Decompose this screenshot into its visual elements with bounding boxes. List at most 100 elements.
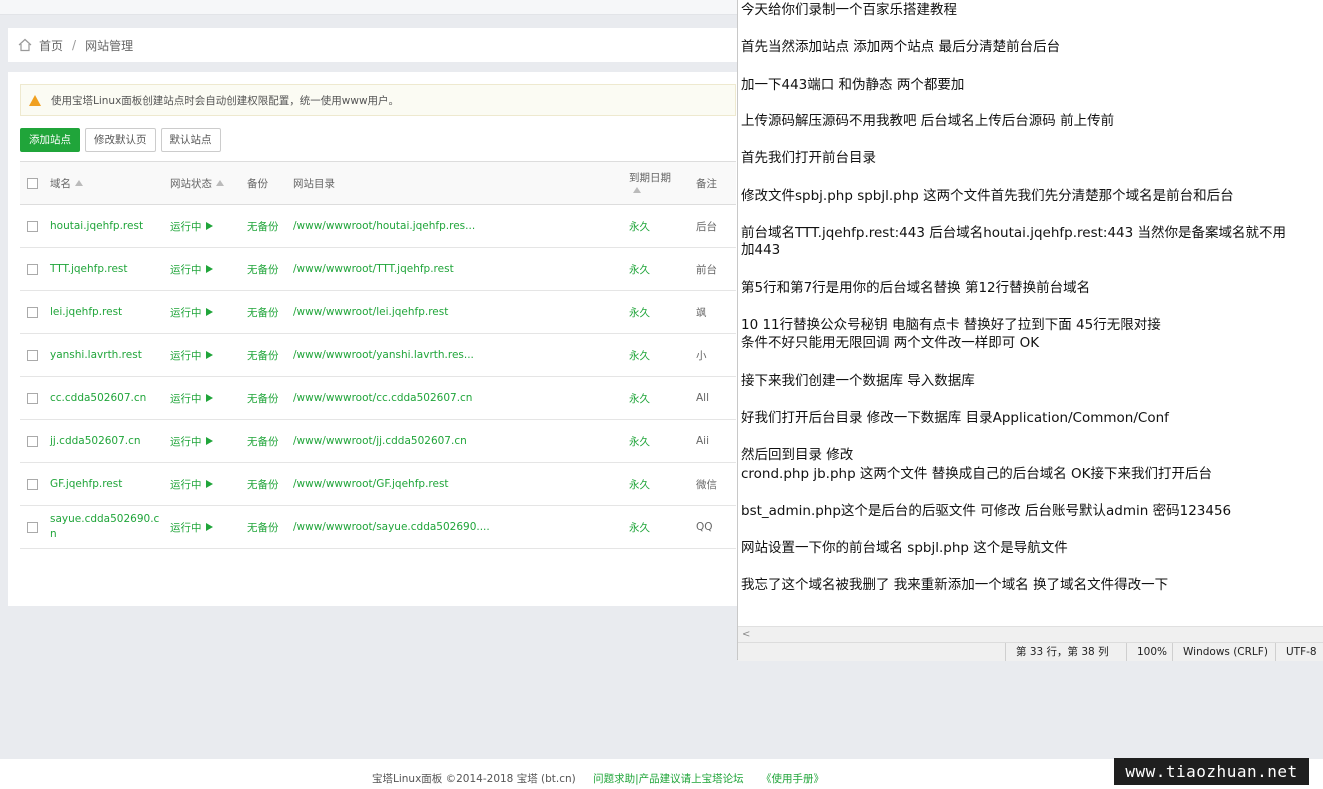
site-backup[interactable]: 无备份	[247, 436, 279, 448]
row-checkbox[interactable]	[27, 349, 38, 361]
add-site-button[interactable]: 添加站点	[20, 128, 80, 152]
site-expire[interactable]: 永久	[629, 436, 650, 448]
sort-asc-icon[interactable]	[75, 179, 83, 186]
site-domain-link[interactable]: yanshi.lavrth.rest	[50, 348, 160, 363]
col-status[interactable]: 网站状态	[170, 178, 212, 190]
site-remark[interactable]: 小	[696, 350, 707, 362]
site-domain-link[interactable]: GF.jqehfp.rest	[50, 477, 160, 492]
sort-asc-icon[interactable]	[216, 179, 224, 186]
site-dir-link[interactable]: /www/wwwroot/TTT.jqehfp.rest	[293, 263, 454, 275]
row-checkbox[interactable]	[27, 263, 38, 275]
row-checkbox[interactable]	[27, 220, 38, 232]
row-checkbox[interactable]	[27, 521, 38, 533]
row-checkbox[interactable]	[27, 306, 38, 318]
row-checkbox[interactable]	[27, 478, 38, 490]
site-backup[interactable]: 无备份	[247, 479, 279, 491]
table-row[interactable]: houtai.jqehfp.rest 运行中 无备份/www/wwwroot/hou…	[20, 204, 736, 248]
site-remark[interactable]: 微信	[696, 479, 717, 491]
site-remark[interactable]: 前台	[696, 264, 717, 276]
site-dir-link[interactable]: /www/wwwroot/cc.cdda502607.cn	[293, 392, 472, 404]
default-site-button[interactable]: 默认站点	[160, 128, 221, 152]
play-icon[interactable]	[205, 436, 213, 445]
site-remark[interactable]: QQ	[696, 521, 713, 533]
site-expire[interactable]: 永久	[629, 307, 650, 319]
breadcrumb-home[interactable]: 首页	[39, 37, 63, 54]
row-checkbox[interactable]	[27, 435, 38, 447]
site-dir-link[interactable]: /www/wwwroot/yanshi.lavrth.res...	[293, 349, 474, 361]
site-dir-link[interactable]: /www/wwwroot/GF.jqehfp.rest	[293, 478, 449, 490]
site-status[interactable]: 运行中	[170, 350, 202, 362]
cursor-position: 第 33 行，第 38 列	[1005, 643, 1126, 661]
notepad-line: 第5行和第7行是用你的后台域名替换 第12行替换前台域名	[741, 280, 1091, 296]
footer-manual-link[interactable]: 《使用手册》	[761, 773, 824, 785]
site-backup[interactable]: 无备份	[247, 393, 279, 405]
site-backup[interactable]: 无备份	[247, 221, 279, 233]
site-domain-link[interactable]: jj.cdda502607.cn	[50, 434, 160, 449]
site-status[interactable]: 运行中	[170, 264, 202, 276]
site-backup[interactable]: 无备份	[247, 350, 279, 362]
play-icon[interactable]	[205, 522, 213, 531]
play-icon[interactable]	[205, 221, 213, 230]
table-row[interactable]: jj.cdda502607.cn 运行中 无备份/www/wwwroot/jj.cd…	[20, 419, 736, 463]
site-remark[interactable]: All	[696, 392, 709, 404]
scroll-left-icon[interactable]: <	[742, 629, 750, 640]
col-backup: 备份	[247, 177, 268, 190]
alert-text: 使用宝塔Linux面板创建站点时会自动创建权限配置，统一使用www用户。	[51, 94, 400, 107]
site-dir-link[interactable]: /www/wwwroot/sayue.cdda502690....	[293, 521, 490, 533]
home-icon[interactable]	[18, 38, 32, 52]
site-expire[interactable]: 永久	[629, 393, 650, 405]
col-domain[interactable]: 域名	[50, 178, 71, 190]
site-backup[interactable]: 无备份	[247, 522, 279, 534]
play-icon[interactable]	[205, 264, 213, 273]
play-icon[interactable]	[205, 393, 213, 402]
row-checkbox[interactable]	[27, 392, 38, 404]
site-expire[interactable]: 永久	[629, 264, 650, 276]
site-domain-link[interactable]: sayue.cdda502690.c n	[50, 512, 160, 542]
site-domain-link[interactable]: lei.jqehfp.rest	[50, 305, 160, 320]
notepad-line: 好我们打开后台目录 修改一下数据库 目录Application/Common/C…	[741, 410, 1169, 426]
notepad-line: bst_admin.php这个是后台的后驱文件 可修改 后台账号默认admin …	[741, 503, 1232, 519]
site-dir-link[interactable]: /www/wwwroot/lei.jqehfp.rest	[293, 306, 448, 318]
select-all-checkbox[interactable]	[27, 178, 38, 189]
site-status[interactable]: 运行中	[170, 393, 202, 405]
site-backup[interactable]: 无备份	[247, 307, 279, 319]
site-status[interactable]: 运行中	[170, 479, 202, 491]
site-expire[interactable]: 永久	[629, 522, 650, 534]
site-status[interactable]: 运行中	[170, 436, 202, 448]
site-domain-link[interactable]: cc.cdda502607.cn	[50, 391, 160, 406]
site-remark[interactable]: 后台	[696, 221, 717, 233]
site-remark[interactable]: 飒	[696, 307, 707, 319]
site-expire[interactable]: 永久	[629, 221, 650, 233]
sort-asc-icon[interactable]	[633, 186, 641, 193]
footer-help-link[interactable]: 问题求助|产品建议请上宝塔论坛	[593, 773, 744, 785]
play-icon[interactable]	[205, 479, 213, 488]
table-row[interactable]: GF.jqehfp.rest 运行中 无备份/www/wwwroot/GF.jqeh…	[20, 462, 736, 506]
site-backup[interactable]: 无备份	[247, 264, 279, 276]
notepad-line: 网站设置一下你的前台域名 spbjl.php 这个是导航文件	[741, 540, 1068, 556]
table-row[interactable]: sayue.cdda502690.c n 运行中 无备份/www/wwwroot/s…	[20, 505, 736, 549]
site-domain-link[interactable]: houtai.jqehfp.rest	[50, 219, 160, 234]
site-dir-link[interactable]: /www/wwwroot/jj.cdda502607.cn	[293, 435, 467, 447]
play-icon[interactable]	[205, 350, 213, 359]
site-status[interactable]: 运行中	[170, 307, 202, 319]
col-expire[interactable]: 到期日期	[629, 170, 696, 185]
encoding: UTF-8	[1275, 643, 1323, 661]
site-expire[interactable]: 永久	[629, 350, 650, 362]
notepad-line: 首先当然添加站点 添加两个站点 最后分清楚前台后台	[741, 39, 1061, 55]
modify-default-page-button[interactable]: 修改默认页	[85, 128, 156, 152]
site-expire[interactable]: 永久	[629, 479, 650, 491]
notepad-line: 接下来我们创建一个数据库 导入数据库	[741, 373, 975, 389]
table-row[interactable]: lei.jqehfp.rest 运行中 无备份/www/wwwroot/lei.jq…	[20, 290, 736, 334]
site-domain-link[interactable]: TTT.jqehfp.rest	[50, 262, 160, 277]
notepad-line: 然后回到目录 修改	[741, 447, 854, 463]
notepad-line: 今天给你们录制一个百家乐搭建教程	[741, 2, 957, 18]
play-icon[interactable]	[205, 307, 213, 316]
table-row[interactable]: yanshi.lavrth.rest 运行中 无备份/www/wwwroot/yan…	[20, 333, 736, 377]
site-dir-link[interactable]: /www/wwwroot/houtai.jqehfp.res...	[293, 220, 475, 232]
site-status[interactable]: 运行中	[170, 221, 202, 233]
table-row[interactable]: TTT.jqehfp.rest 运行中 无备份/www/wwwroot/TTT.jq…	[20, 247, 736, 291]
site-status[interactable]: 运行中	[170, 522, 202, 534]
horizontal-scrollbar[interactable]: <	[738, 626, 1323, 643]
table-row[interactable]: cc.cdda502607.cn 运行中 无备份/www/wwwroot/cc.cd…	[20, 376, 736, 420]
site-remark[interactable]: Aii	[696, 435, 709, 447]
